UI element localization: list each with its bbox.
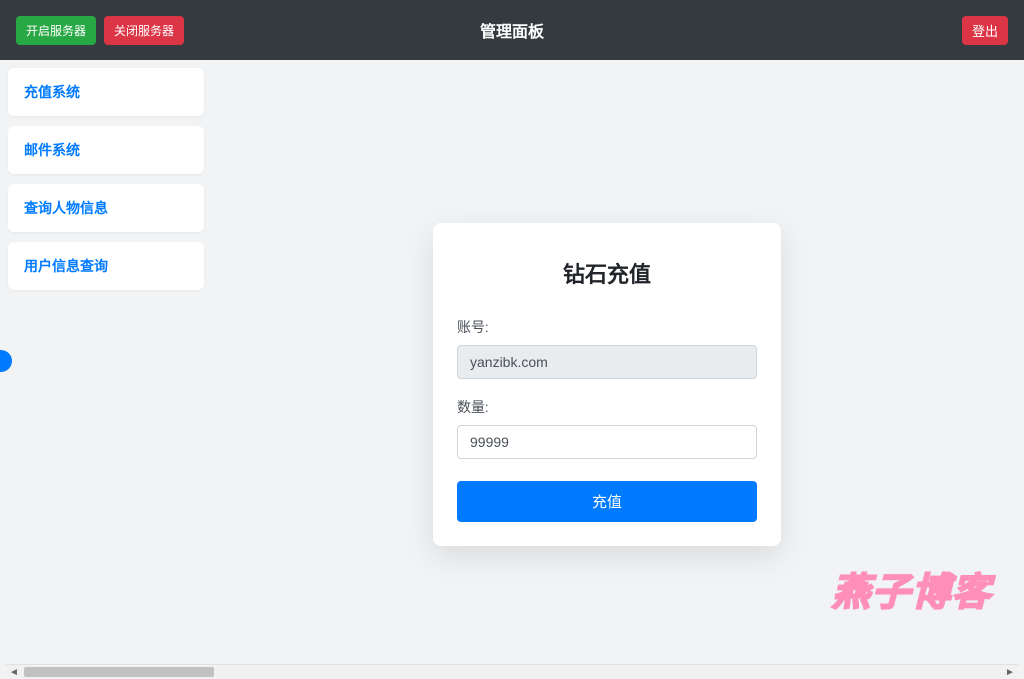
sidebar: 充值系统 邮件系统 查询人物信息 用户信息查询 — [0, 60, 212, 664]
card-title: 钻石充值 — [457, 257, 757, 289]
scroll-right-arrow-icon[interactable]: ► — [1002, 665, 1018, 679]
header-right-controls: 登出 — [962, 16, 1008, 45]
sidebar-item-label: 用户信息查询 — [24, 259, 108, 275]
page-title: 管理面板 — [480, 18, 544, 42]
scroll-thumb[interactable] — [24, 667, 214, 677]
account-input[interactable] — [457, 345, 757, 379]
amount-label: 数量: — [457, 397, 757, 417]
logout-button[interactable]: 登出 — [962, 16, 1008, 45]
sidebar-item-mail[interactable]: 邮件系统 — [8, 126, 204, 174]
main-area: 钻石充值 账号: 数量: 充值 燕子博客 — [225, 60, 1014, 664]
amount-field-group: 数量: — [457, 397, 757, 459]
account-field-group: 账号: — [457, 317, 757, 379]
start-server-button[interactable]: 开启服务器 — [16, 16, 96, 45]
sidebar-item-recharge[interactable]: 充值系统 — [8, 68, 204, 116]
header-left-controls: 开启服务器 关闭服务器 — [16, 16, 184, 45]
amount-input[interactable] — [457, 425, 757, 459]
sidebar-item-label: 邮件系统 — [24, 143, 80, 159]
content-wrapper: 充值系统 邮件系统 查询人物信息 用户信息查询 钻石充值 账号: 数量: 充值 … — [0, 60, 1024, 678]
sidebar-item-label: 充值系统 — [24, 85, 80, 101]
recharge-card: 钻石充值 账号: 数量: 充值 — [433, 223, 781, 546]
stop-server-button[interactable]: 关闭服务器 — [104, 16, 184, 45]
sidebar-item-user-query[interactable]: 用户信息查询 — [8, 242, 204, 290]
scroll-left-arrow-icon[interactable]: ◄ — [6, 665, 22, 679]
watermark-text: 燕子博客 — [832, 561, 992, 616]
sidebar-item-label: 查询人物信息 — [24, 201, 108, 217]
account-label: 账号: — [457, 317, 757, 337]
app-header: 开启服务器 关闭服务器 管理面板 登出 — [0, 0, 1024, 60]
sidebar-item-character-query[interactable]: 查询人物信息 — [8, 184, 204, 232]
horizontal-scrollbar[interactable]: ◄ ► — [6, 664, 1018, 678]
recharge-submit-button[interactable]: 充值 — [457, 481, 757, 522]
